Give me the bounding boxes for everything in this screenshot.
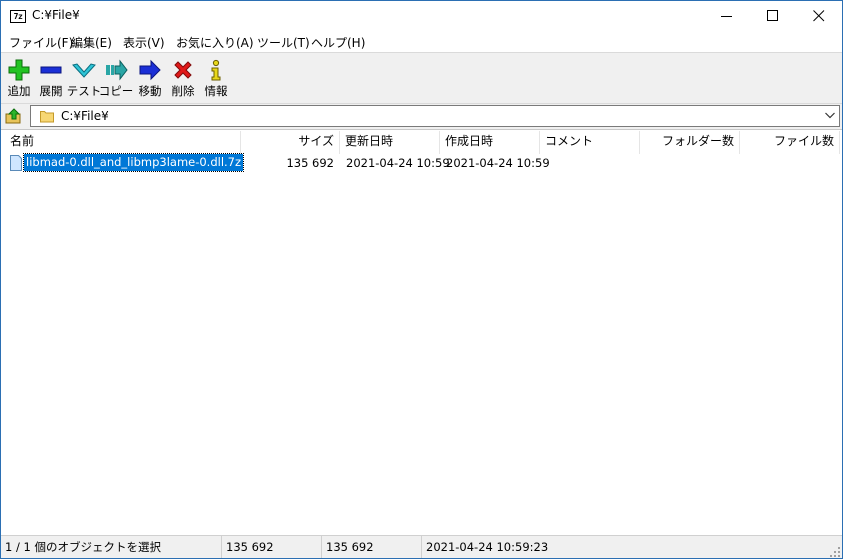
info-icon xyxy=(211,59,221,81)
status-datetime: 2021-04-24 10:59:23 xyxy=(426,540,549,554)
archive-file-icon xyxy=(10,155,22,171)
maximize-button[interactable] xyxy=(750,1,796,31)
file-name[interactable]: libmad-0.dll_and_libmp3lame-0.dll.7z xyxy=(22,153,245,172)
maximize-icon xyxy=(767,10,778,21)
file-list[interactable]: libmad-0.dll_and_libmp3lame-0.dll.7z 135… xyxy=(1,153,842,534)
menu-file[interactable]: ファイル(F) xyxy=(9,34,73,51)
close-icon xyxy=(813,10,825,22)
address-path: C:¥File¥ xyxy=(61,109,109,123)
main-window: 7z C:¥File¥ ファイル(F) 編集(E) 表示(V) お気に入り(A)… xyxy=(0,0,843,559)
arrow-right-icon xyxy=(139,59,161,81)
status-packed-size: 135 692 xyxy=(322,536,422,558)
title-bar[interactable]: 7z C:¥File¥ xyxy=(1,1,842,31)
menu-tools[interactable]: ツール(T) xyxy=(257,34,310,51)
status-size: 135 692 xyxy=(222,536,322,558)
menu-bar: ファイル(F) 編集(E) 表示(V) お気に入り(A) ツール(T) ヘルプ(… xyxy=(1,31,842,52)
minus-icon xyxy=(40,66,62,74)
chevron-down-icon[interactable] xyxy=(825,112,835,119)
column-comment[interactable]: コメント xyxy=(540,131,640,154)
menu-help[interactable]: ヘルプ(H) xyxy=(311,34,365,51)
file-size: 135 692 xyxy=(286,156,334,170)
column-name[interactable]: 名前 xyxy=(5,131,241,154)
menu-edit[interactable]: 編集(E) xyxy=(71,34,112,51)
folder-icon xyxy=(40,111,54,123)
status-bar: 1 / 1 個のオブジェクトを選択 135 692 135 692 2021-0… xyxy=(1,535,842,558)
checkmark-icon xyxy=(72,63,96,78)
address-field[interactable]: C:¥File¥ xyxy=(30,105,840,127)
column-created[interactable]: 作成日時 xyxy=(440,131,540,154)
window-title: C:¥File¥ xyxy=(32,8,80,22)
column-size[interactable]: サイズ xyxy=(241,131,340,154)
info-button[interactable]: 情報 xyxy=(198,55,234,101)
file-created: 2021-04-24 10:59 xyxy=(446,156,550,170)
column-modified[interactable]: 更新日時 xyxy=(340,131,440,154)
resize-grip-icon[interactable] xyxy=(829,546,841,558)
toolbar: 追加 展開 テスト コピー 移動 削除 情報 xyxy=(1,52,842,104)
app-icon: 7z xyxy=(10,10,26,23)
minimize-icon xyxy=(721,16,732,17)
list-header: 名前 サイズ 更新日時 作成日時 コメント フォルダー数 ファイル数 xyxy=(1,131,842,154)
menu-view[interactable]: 表示(V) xyxy=(123,34,165,51)
file-modified: 2021-04-24 10:59 xyxy=(346,156,450,170)
copy-arrows-icon xyxy=(106,59,128,81)
up-folder-icon[interactable] xyxy=(5,107,23,125)
delete-x-icon xyxy=(174,61,192,79)
add-icon xyxy=(8,59,30,81)
status-selection: 1 / 1 個のオブジェクトを選択 xyxy=(1,536,222,558)
close-button[interactable] xyxy=(796,1,842,31)
column-folders[interactable]: フォルダー数 xyxy=(640,131,740,154)
address-bar: C:¥File¥ xyxy=(1,104,842,130)
column-files[interactable]: ファイル数 xyxy=(740,131,840,154)
minimize-button[interactable] xyxy=(704,1,750,31)
menu-favorites[interactable]: お気に入り(A) xyxy=(176,34,254,51)
table-row[interactable]: libmad-0.dll_and_libmp3lame-0.dll.7z 135… xyxy=(1,153,842,173)
info-label: 情報 xyxy=(204,84,228,98)
